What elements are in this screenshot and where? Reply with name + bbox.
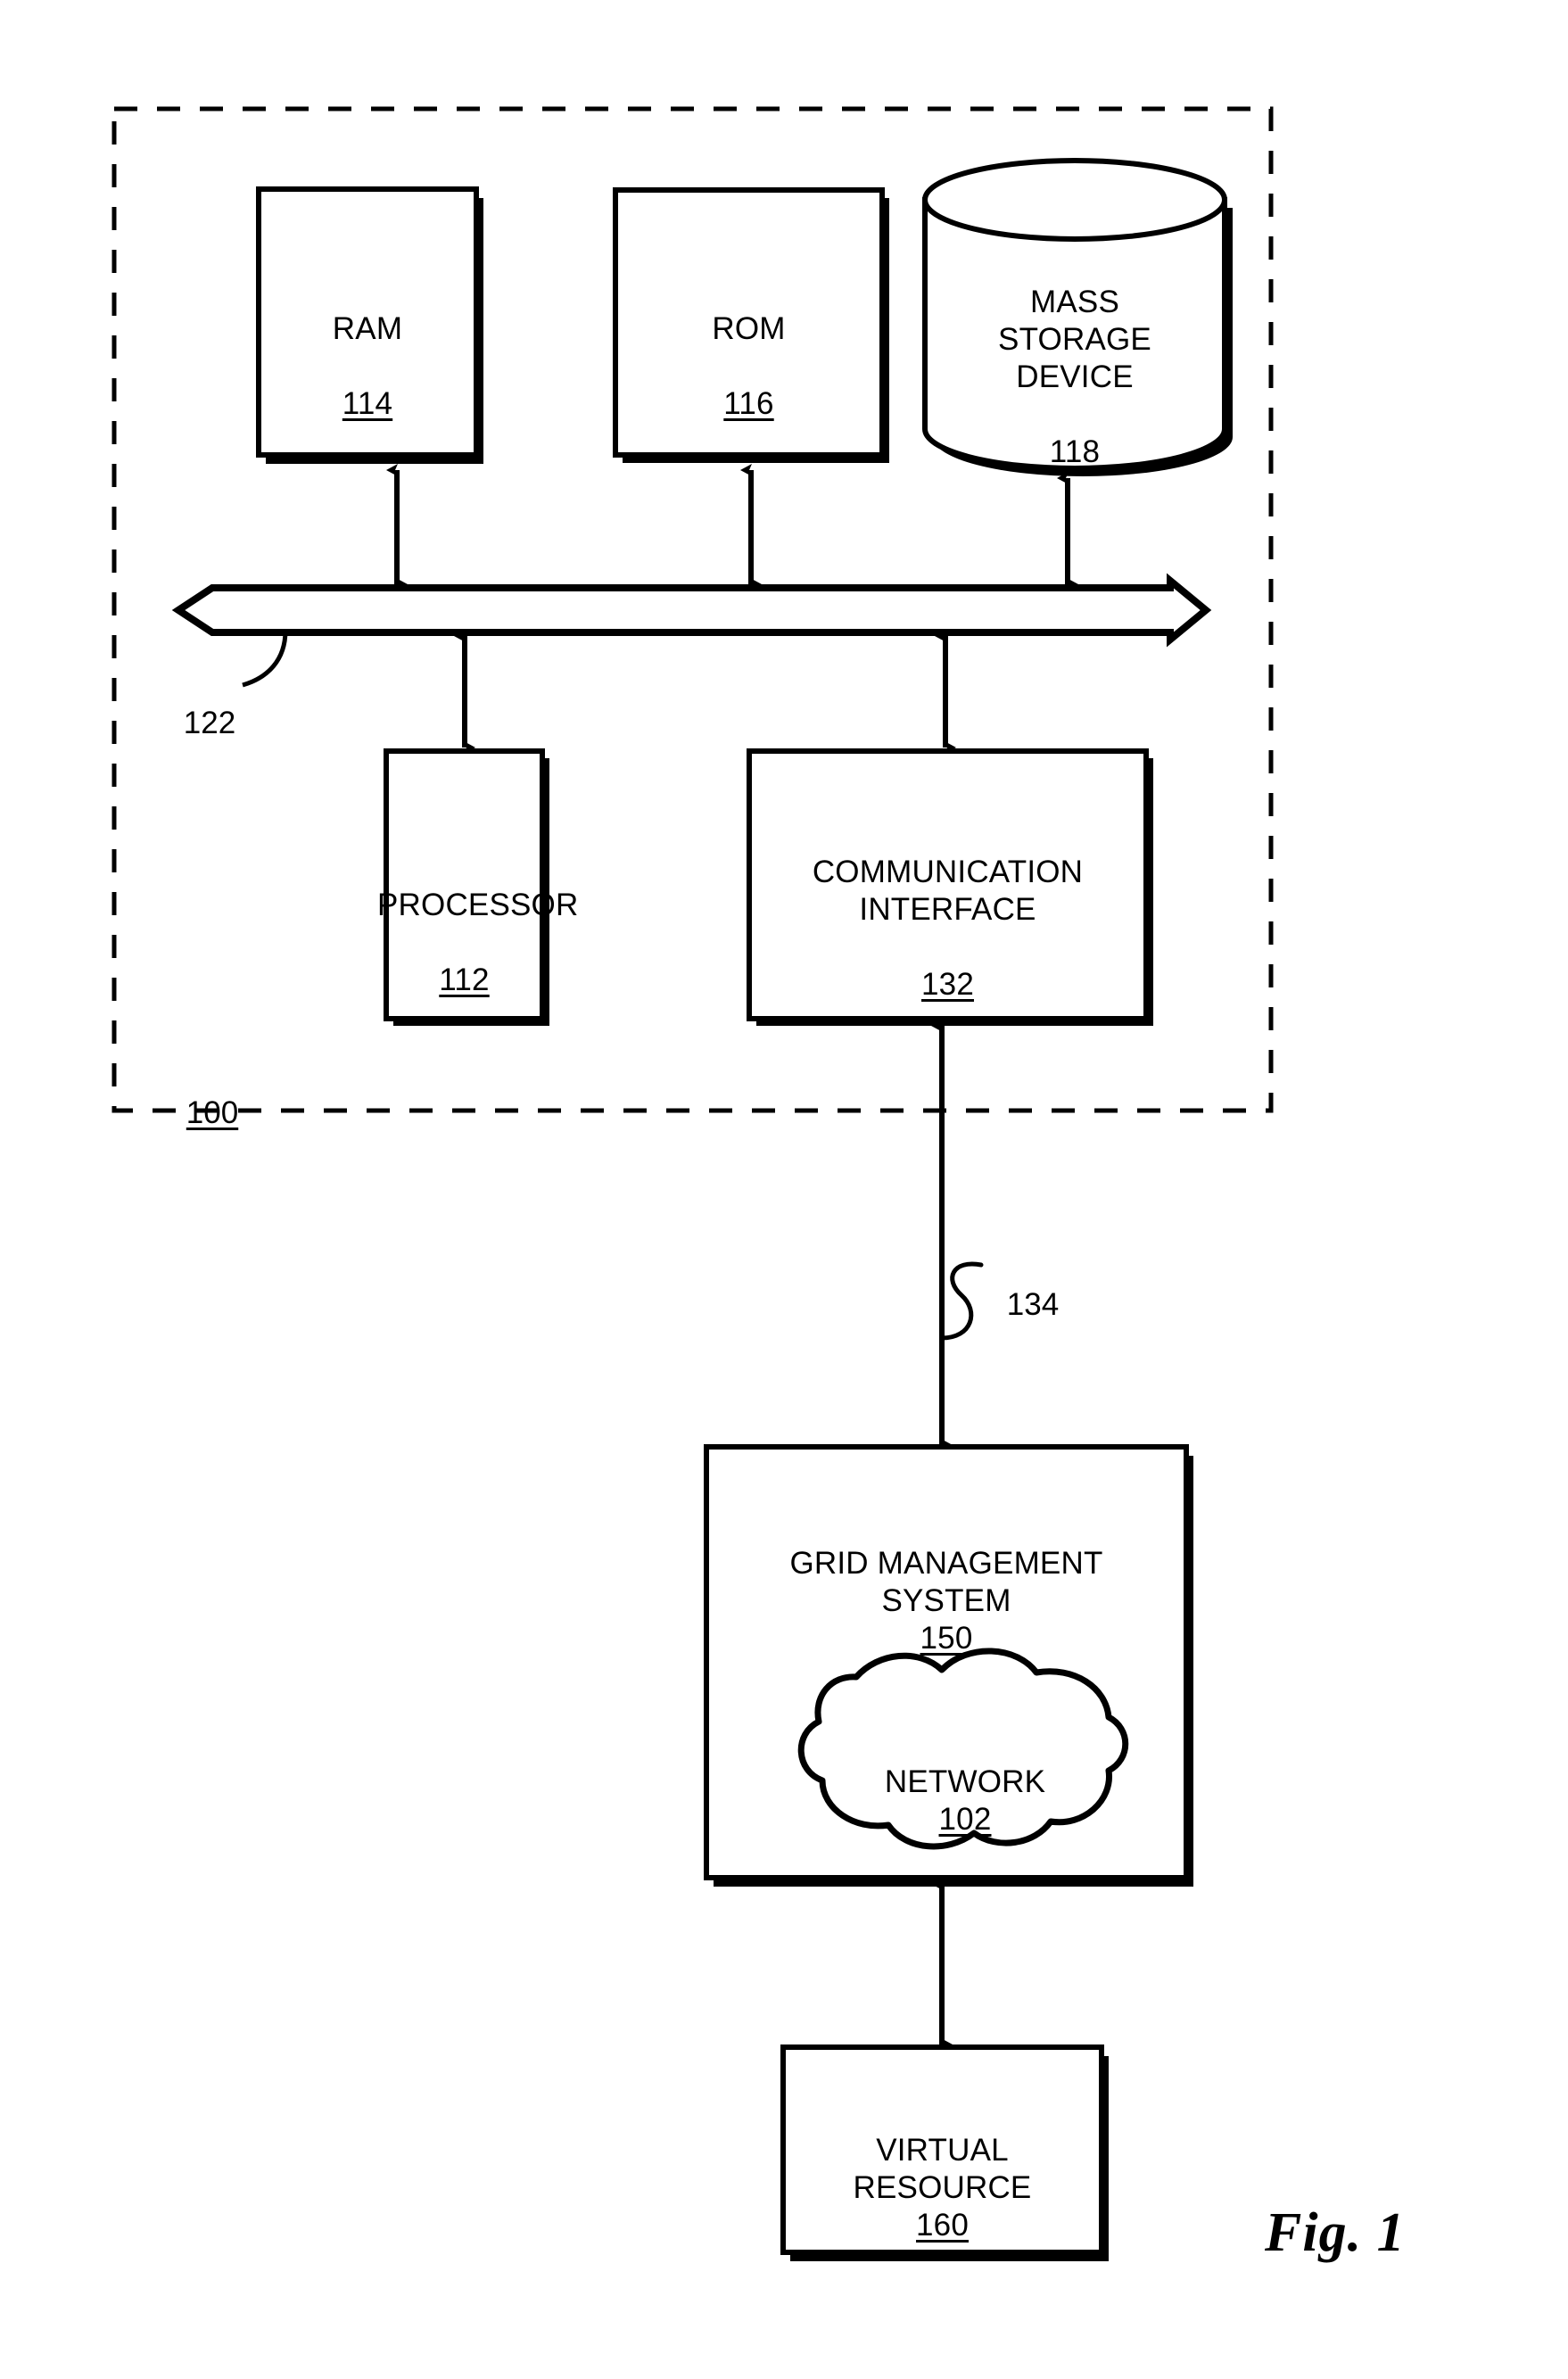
ram-ref-number: 114 bbox=[342, 386, 393, 421]
rom-ref-number: 116 bbox=[723, 386, 774, 421]
communication-interface-ref-number: 132 bbox=[921, 967, 974, 1002]
patent-figure-1: RAM 114 ROM 116 MASS STORAGE DEVICE 118 … bbox=[0, 0, 1568, 2379]
communication-interface-label-text: COMMUNICATION INTERFACE bbox=[812, 855, 1084, 927]
processor-label-text: PROCESSOR bbox=[377, 888, 579, 922]
link-ref-text: 134 bbox=[1006, 1287, 1060, 1322]
system-ref-number: 100 bbox=[168, 1057, 257, 1132]
virtual-resource-label: VIRTUAL RESOURCE 160 bbox=[783, 2094, 1102, 2244]
grid-management-system-label-text: GRID MANAGEMENT SYSTEM bbox=[789, 1546, 1103, 1618]
mass-storage-label-text: MASS STORAGE DEVICE bbox=[998, 285, 1151, 394]
system-ref-text: 100 bbox=[186, 1095, 239, 1130]
bus-ref-text: 122 bbox=[183, 706, 236, 740]
rom-label: ROM 116 bbox=[615, 273, 882, 423]
network-ref-number: 102 bbox=[938, 1802, 992, 1837]
link-134-squiggle bbox=[939, 1261, 984, 1341]
rom-label-text: ROM bbox=[712, 311, 786, 346]
ram-label: RAM 114 bbox=[259, 273, 476, 423]
mass-storage-ref-number: 118 bbox=[1049, 434, 1101, 469]
bus-ref-number: 122 bbox=[169, 667, 250, 742]
figure-caption: Fig. 1 bbox=[1265, 2201, 1406, 2265]
mass-storage-label: MASS STORAGE DEVICE 118 bbox=[925, 246, 1225, 471]
processor-label: PROCESSOR 112 bbox=[377, 849, 578, 999]
network-label-text: NETWORK bbox=[884, 1764, 1046, 1799]
grid-management-system-ref-number: 150 bbox=[920, 1621, 973, 1656]
system-bus-122 bbox=[171, 573, 1212, 648]
link-ref-number: 134 bbox=[988, 1249, 1077, 1324]
virtual-resource-ref-number: 160 bbox=[916, 2208, 969, 2243]
virtual-resource-label-text: VIRTUAL RESOURCE bbox=[853, 2133, 1032, 2205]
communication-interface-label: COMMUNICATION INTERFACE 132 bbox=[749, 816, 1146, 1004]
ram-label-text: RAM bbox=[332, 311, 403, 346]
network-label: NETWORK 102 bbox=[822, 1726, 1108, 1838]
processor-ref-number: 112 bbox=[439, 962, 490, 997]
figure-caption-text: Fig. 1 bbox=[1265, 2202, 1406, 2263]
grid-management-system-label: GRID MANAGEMENT SYSTEM 150 bbox=[706, 1508, 1186, 1657]
